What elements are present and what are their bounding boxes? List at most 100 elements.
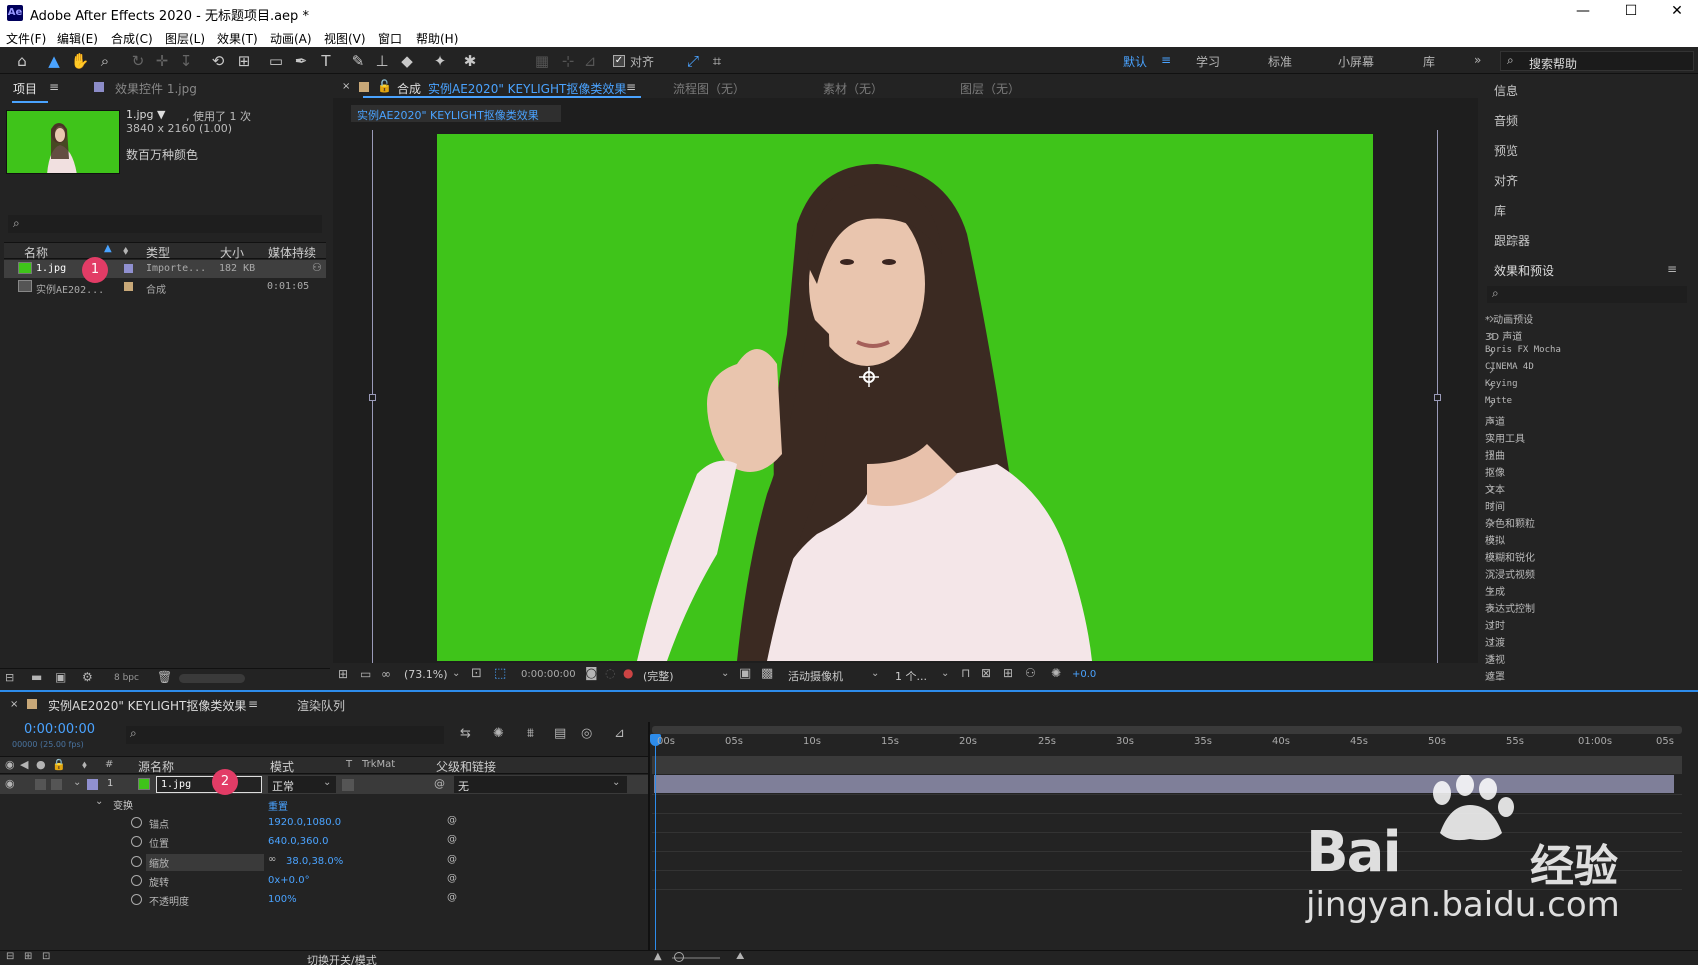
effect-category[interactable]: * 动画预设 xyxy=(1485,311,1533,326)
effect-category[interactable]: 模糊和锐化 xyxy=(1485,549,1535,564)
effect-category[interactable]: 生成 xyxy=(1485,583,1505,598)
eye-icon[interactable]: ◉ xyxy=(5,777,15,790)
minimize-button[interactable]: — xyxy=(1568,3,1598,19)
effect-category[interactable]: 透视 xyxy=(1485,651,1505,666)
effect-category[interactable]: Keying xyxy=(1485,379,1518,389)
transform-group[interactable]: 变换 xyxy=(113,797,133,812)
orbit-tool-icon[interactable]: ↻ xyxy=(128,51,148,71)
audio-icon[interactable]: ◀ xyxy=(20,758,28,771)
interpret-footage-icon[interactable]: ⊟ xyxy=(5,671,14,684)
3d-glasses-icon[interactable]: ∞ xyxy=(381,667,391,681)
brush-tool-icon[interactable]: ✎ xyxy=(348,51,368,71)
menu-view[interactable]: 视图(V) xyxy=(324,30,366,47)
solo-checkbox[interactable] xyxy=(35,779,46,790)
layer-row[interactable]: ◉ ⌄ 1 1.jpg 正常 ⌄ @ 无 ⌄ xyxy=(0,775,650,794)
clone-stamp-tool-icon[interactable]: ⊥ xyxy=(372,51,392,71)
workspace-standard[interactable]: 标准 xyxy=(1268,53,1292,70)
sort-ascending-icon[interactable]: ▲ xyxy=(104,243,112,254)
fast-previews-icon[interactable]: ⊓ xyxy=(961,666,970,680)
chevron-down-icon[interactable]: ⌄ xyxy=(871,668,879,679)
stopwatch-icon[interactable] xyxy=(131,875,142,886)
panel-tracker[interactable]: 跟踪器 xyxy=(1494,232,1530,249)
pen-tool-icon[interactable]: ✒ xyxy=(291,51,311,71)
menu-edit[interactable]: 编辑(E) xyxy=(57,30,98,47)
rotation-value[interactable]: 0x+0.0° xyxy=(268,875,310,886)
label-swatch[interactable] xyxy=(124,264,133,273)
zoom-tool-icon[interactable]: ⌕ xyxy=(95,51,115,71)
shy-layers-icon[interactable]: ⩩ xyxy=(527,726,534,741)
effect-category[interactable]: Boris FX Mocha xyxy=(1485,345,1561,355)
rotate-tool-icon[interactable]: ⟲ xyxy=(208,51,228,71)
mode-dropdown[interactable]: 正常 ⌄ xyxy=(268,776,336,793)
column-type[interactable]: 类型 xyxy=(146,244,170,261)
motion-blur-icon[interactable]: ◎ xyxy=(581,726,592,741)
show-snapshot-icon[interactable]: ◌ xyxy=(605,666,615,680)
effect-category[interactable]: 实用工具 xyxy=(1485,430,1525,445)
workspace-default[interactable]: 默认 xyxy=(1123,53,1147,70)
snapshot-icon[interactable]: ◙ xyxy=(585,666,598,681)
chevron-down-icon[interactable]: ⌄ xyxy=(941,668,949,679)
more-workspaces-icon[interactable]: » xyxy=(1474,53,1481,67)
resolution-dropdown[interactable]: (完整) xyxy=(643,668,674,684)
eye-icon[interactable]: ◉ xyxy=(5,758,15,771)
column-trkmat[interactable]: TrkMat xyxy=(362,759,395,770)
fit-frame-icon[interactable]: ⊡ xyxy=(471,666,482,681)
panel-audio[interactable]: 音频 xyxy=(1494,112,1518,129)
effects-search-input[interactable]: ⌕ xyxy=(1487,286,1687,303)
solo-icon[interactable]: ● xyxy=(36,758,46,771)
snap-features-icon[interactable]: ⌗ xyxy=(707,51,727,71)
monitor-icon[interactable]: ▭ xyxy=(360,667,371,681)
home-icon[interactable]: ⌂ xyxy=(12,51,32,71)
reset-link[interactable]: 重置 xyxy=(268,798,288,813)
panel-info[interactable]: 信息 xyxy=(1494,82,1518,99)
puppet-pin-tool-icon[interactable]: ✱ xyxy=(460,51,480,71)
effect-category[interactable]: 3D 声道 xyxy=(1485,328,1522,343)
position-value[interactable]: 640.0,360.0 xyxy=(268,836,328,847)
expand-layer-switches-icon[interactable]: ⊟ xyxy=(6,951,14,962)
layer-duration-bar[interactable] xyxy=(654,775,1674,793)
comp-flowchart-icon[interactable]: ⊞ xyxy=(1003,666,1013,680)
chevron-down-icon[interactable]: ⌄ xyxy=(452,668,460,679)
project-row-1jpg[interactable]: 1.jpg Importe... 182 KB ⚇ xyxy=(4,260,326,278)
flowchart-icon[interactable]: ⚇ xyxy=(1025,666,1036,680)
work-area-bar[interactable] xyxy=(652,726,1682,734)
maximize-button[interactable]: ☐ xyxy=(1616,3,1646,19)
effect-category[interactable]: 杂色和颗粒 xyxy=(1485,515,1535,530)
layer-search-input[interactable]: ⌕ xyxy=(126,726,444,744)
menu-layer[interactable]: 图层(L) xyxy=(165,30,205,47)
anchor-point-value[interactable]: 1920.0,1080.0 xyxy=(268,817,341,828)
effect-category[interactable]: 声道 xyxy=(1485,413,1505,428)
column-duration[interactable]: 媒体持续 xyxy=(268,244,316,261)
delete-icon[interactable]: 🗑 xyxy=(157,670,172,684)
viewer-timecode[interactable]: 0:00:00:00 xyxy=(521,669,576,680)
rectangle-tool-icon[interactable]: ▭ xyxy=(266,51,286,71)
new-composition-icon[interactable]: ▣ xyxy=(55,670,66,684)
breadcrumb-comp[interactable]: 实例AE2020" KEYLIGHT抠像类效果 xyxy=(357,107,539,123)
panel-effects-presets[interactable]: 效果和预设 xyxy=(1494,262,1554,279)
zoom-in-icon[interactable]: ⛰ xyxy=(736,951,744,962)
lock-checkbox[interactable] xyxy=(51,779,62,790)
view-axis-icon[interactable]: ⊿ xyxy=(580,51,600,71)
tab-project[interactable]: 项目 xyxy=(13,80,37,97)
effect-category[interactable]: 表达式控制 xyxy=(1485,600,1535,615)
new-folder-icon[interactable]: ▬ xyxy=(31,670,42,684)
channel-icon[interactable]: ● xyxy=(623,666,633,680)
type-tool-icon[interactable]: T xyxy=(316,51,336,71)
project-row-comp[interactable]: 实例AE202... 合成 0:01:05 xyxy=(4,278,326,296)
draft-3d-icon[interactable]: ✺ xyxy=(493,726,504,741)
tab-footage[interactable]: 素材（无） xyxy=(823,80,883,97)
zoom-level-dropdown[interactable]: (73.1%) xyxy=(404,668,448,681)
region-of-interest-icon[interactable]: ▣ xyxy=(739,666,751,681)
label-column-icon[interactable]: ⬧ xyxy=(123,243,128,258)
column-source-name[interactable]: 源名称 xyxy=(138,758,174,775)
selection-tool-icon[interactable]: ▲ xyxy=(44,51,64,71)
frame-blending-icon[interactable]: ▤ xyxy=(554,726,566,741)
label-column-icon[interactable]: ⬧ xyxy=(82,758,87,772)
tab-effects-controls[interactable]: 效果控件 1.jpg xyxy=(115,80,197,97)
close-tab-icon[interactable]: × xyxy=(342,81,350,92)
roto-brush-tool-icon[interactable]: ✦ xyxy=(430,51,450,71)
tab-comp-name[interactable]: 实例AE2020" KEYLIGHT抠像类效果 xyxy=(428,80,626,97)
world-axis-icon[interactable]: ⊹ xyxy=(558,51,578,71)
bit-depth-button[interactable]: 8 bpc xyxy=(114,673,139,683)
effect-category[interactable]: 过渡 xyxy=(1485,634,1505,649)
